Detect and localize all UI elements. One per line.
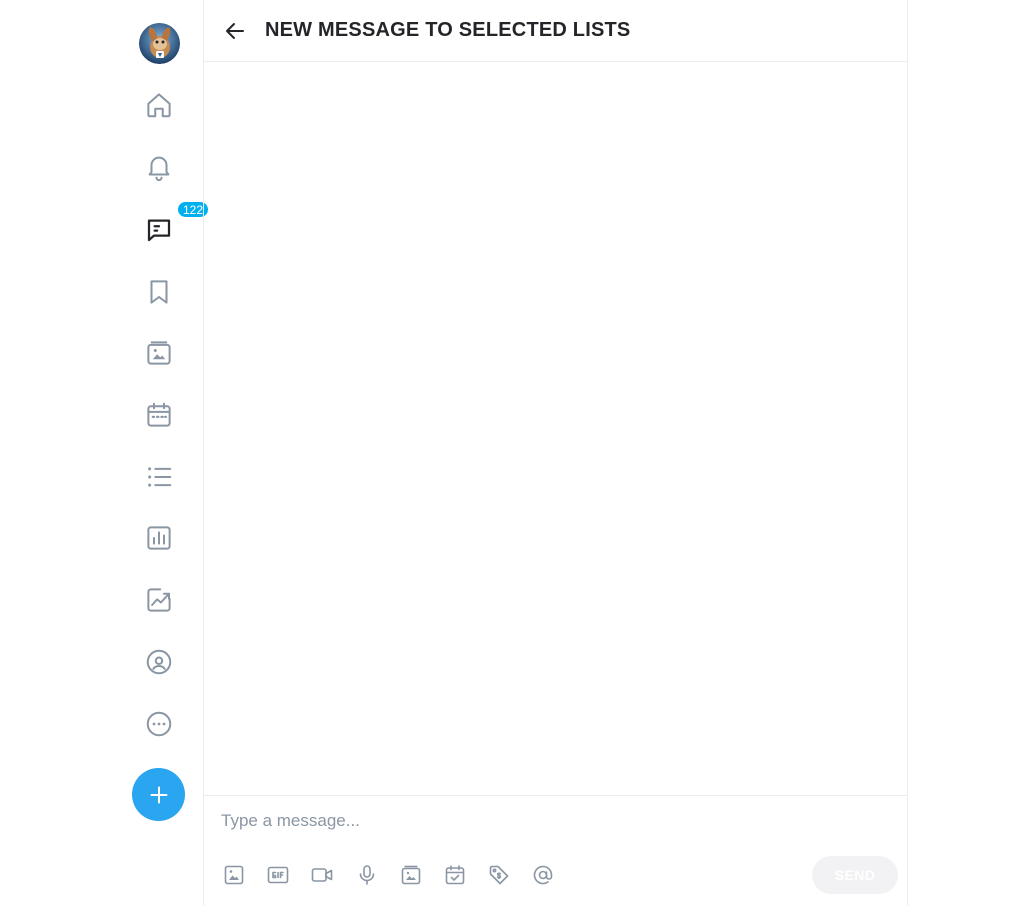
attach-gif-button[interactable]: [265, 862, 291, 888]
message-input[interactable]: [221, 808, 881, 834]
new-post-button[interactable]: [132, 768, 185, 821]
sidebar-item-analytics[interactable]: [139, 580, 179, 620]
gif-icon: [267, 866, 289, 884]
profile-icon: [146, 649, 172, 675]
schedule-message-button[interactable]: [442, 862, 468, 888]
bell-icon: [148, 156, 170, 182]
user-avatar[interactable]: [139, 23, 180, 64]
page-title: NEW MESSAGE TO SELECTED LISTS: [265, 19, 631, 41]
sidebar-item-statistics[interactable]: [139, 518, 179, 558]
image-folder-icon: [147, 341, 171, 365]
sidebar-item-home[interactable]: [139, 85, 179, 125]
sidebar: 122: [113, 0, 210, 906]
set-price-button[interactable]: [486, 862, 512, 888]
sidebar-item-more[interactable]: [139, 704, 179, 744]
bar-chart-icon: [147, 526, 171, 550]
avatar-image: [139, 23, 180, 64]
attach-video-button[interactable]: [309, 862, 335, 888]
attach-image-button[interactable]: [221, 862, 247, 888]
chat-icon: [147, 219, 171, 242]
mention-button[interactable]: [530, 862, 556, 888]
record-voice-button[interactable]: [354, 862, 380, 888]
schedule-icon: [445, 865, 465, 885]
compose-bar: SEND: [204, 795, 907, 906]
bookmark-icon: [150, 280, 168, 304]
sidebar-item-lists[interactable]: [139, 457, 179, 497]
vault-icon: [401, 865, 421, 885]
price-tag-icon: [489, 865, 509, 885]
image-icon: [224, 865, 244, 885]
video-icon: [311, 868, 333, 882]
arrow-left-icon: [226, 23, 244, 39]
list-icon: [148, 467, 172, 487]
sidebar-item-bookmarks[interactable]: [139, 272, 179, 312]
back-button[interactable]: [222, 18, 248, 44]
trend-chart-icon: [147, 588, 171, 612]
message-area: [204, 62, 907, 795]
send-button[interactable]: SEND: [812, 856, 898, 894]
calendar-icon: [147, 402, 171, 427]
plus-icon: [150, 786, 167, 803]
sidebar-item-messages[interactable]: 122: [139, 201, 210, 250]
page-header: NEW MESSAGE TO SELECTED LISTS: [204, 0, 907, 62]
sidebar-item-queue[interactable]: [139, 395, 179, 435]
sidebar-item-notifications[interactable]: [139, 147, 179, 187]
mention-icon: [533, 865, 553, 885]
attach-from-vault-button[interactable]: [398, 862, 424, 888]
microphone-icon: [359, 865, 375, 885]
home-icon: [147, 93, 171, 118]
main-divider: [907, 0, 908, 906]
sidebar-item-vault[interactable]: [139, 333, 179, 373]
more-icon: [146, 711, 172, 737]
sidebar-item-profile[interactable]: [139, 642, 179, 682]
